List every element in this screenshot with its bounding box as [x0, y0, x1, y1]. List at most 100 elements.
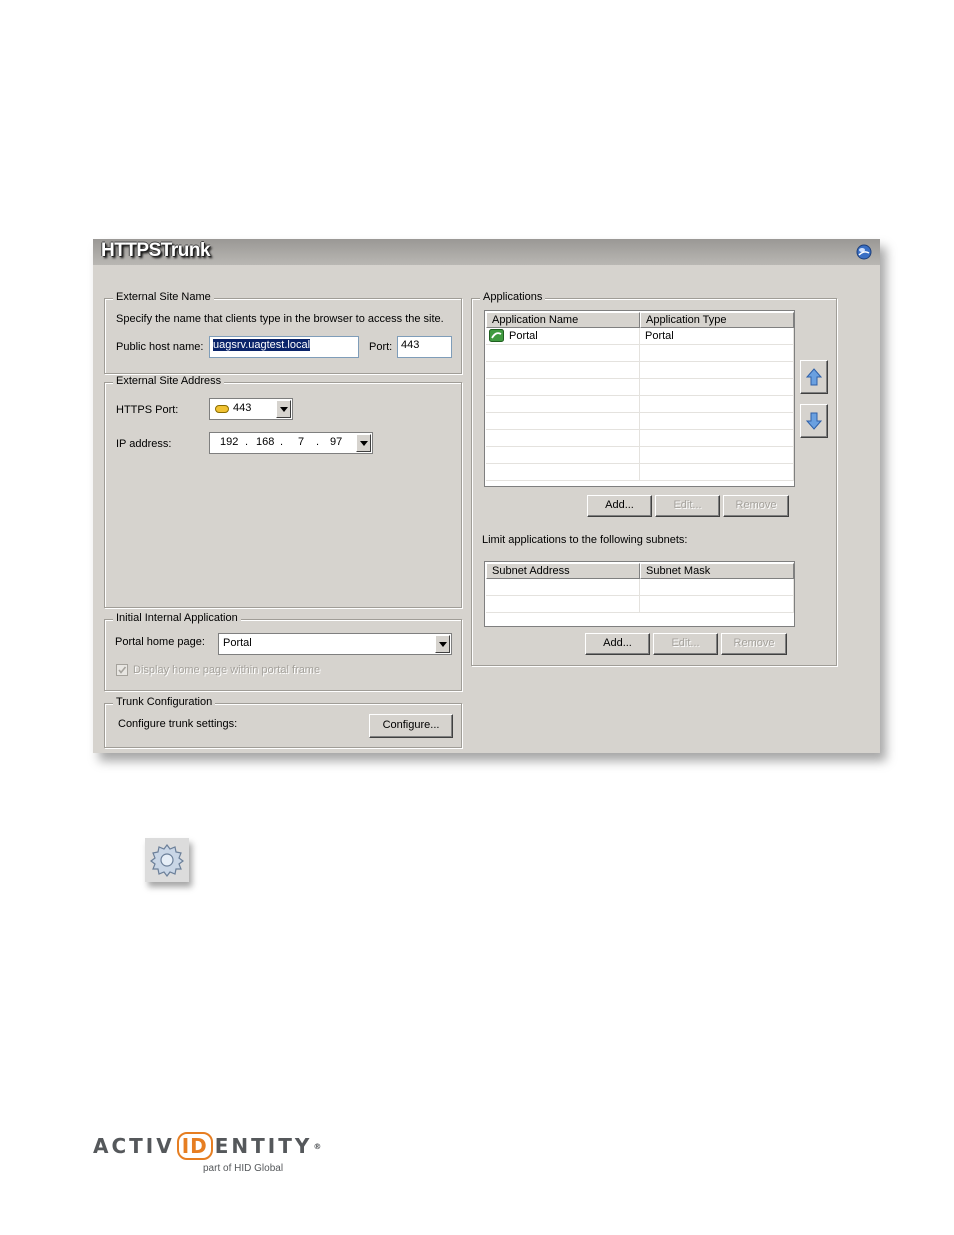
subnets-edit-button[interactable]: Edit...	[653, 633, 718, 655]
help-icon[interactable]	[856, 244, 872, 260]
applications-remove-button[interactable]: Remove	[723, 495, 789, 517]
ip-octet-2[interactable]: 168	[256, 436, 274, 448]
applications-list[interactable]: Application Name Application Type Portal…	[484, 310, 795, 487]
logo-prefix: ACTIV	[93, 1134, 175, 1158]
empty-cell	[486, 430, 640, 446]
empty-cell	[486, 579, 640, 595]
configure-gear-button[interactable]	[145, 838, 189, 882]
portal-home-page-label: Portal home page:	[115, 636, 205, 648]
empty-cell	[486, 413, 640, 429]
application-type-cell: Portal	[640, 328, 794, 344]
empty-cell	[640, 379, 794, 395]
configure-trunk-settings-label: Configure trunk settings:	[118, 718, 238, 730]
ip-address-dropdown-button[interactable]	[356, 434, 371, 452]
external-site-name-legend: External Site Name	[113, 291, 214, 303]
empty-cell	[486, 464, 640, 480]
ip-address-combo[interactable]: 192 . 168 . 7 . 97	[209, 432, 373, 454]
table-row	[486, 464, 794, 481]
ip-address-label: IP address:	[116, 438, 172, 450]
display-home-page-checkbox[interactable]	[116, 664, 128, 676]
external-site-address-legend: External Site Address	[113, 375, 225, 387]
table-row	[486, 430, 794, 447]
column-subnet-mask[interactable]: Subnet Mask	[640, 563, 794, 579]
table-row	[486, 596, 794, 613]
public-host-name-label: Public host name:	[116, 341, 204, 353]
portal-home-page-value: Portal	[223, 637, 252, 649]
logo-wordmark: ACTIV ID ENTITY ®	[93, 1132, 324, 1160]
trunk-configuration-group: Trunk Configuration Configure trunk sett…	[104, 696, 462, 748]
arrow-down-icon	[806, 412, 822, 430]
table-row	[486, 447, 794, 464]
ip-dot-3: .	[316, 436, 320, 448]
activeidentity-logo: ACTIV ID ENTITY ® part of HID Global	[93, 1132, 324, 1174]
portal-home-page-dropdown-button[interactable]	[435, 635, 450, 653]
port-input[interactable]: 443	[397, 336, 452, 358]
table-row	[486, 379, 794, 396]
arrow-up-icon	[806, 368, 822, 386]
subnets-add-button[interactable]: Add...	[585, 633, 650, 655]
port-value: 443	[401, 339, 420, 351]
httpstrunk-window: HTTPSTrunk External Site Name Specify th…	[93, 239, 880, 753]
empty-cell	[640, 396, 794, 412]
portal-home-page-combo[interactable]: Portal	[218, 633, 452, 655]
applications-edit-button[interactable]: Edit...	[655, 495, 720, 517]
external-site-name-group: External Site Name Specify the name that…	[104, 291, 462, 374]
limit-subnets-label: Limit applications to the following subn…	[482, 534, 688, 546]
configure-button[interactable]: Configure...	[369, 714, 453, 738]
ip-octet-4[interactable]: 97	[330, 436, 342, 448]
subnets-remove-button[interactable]: Remove	[721, 633, 787, 655]
initial-internal-application-legend: Initial Internal Application	[113, 612, 241, 624]
column-subnet-address[interactable]: Subnet Address	[486, 563, 640, 579]
window-title: HTTPSTrunk	[101, 240, 211, 261]
initial-internal-application-group: Initial Internal Application Portal home…	[104, 612, 462, 691]
applications-group: Applications Application Name Applicatio…	[471, 291, 837, 666]
table-row[interactable]: Portal Portal	[486, 328, 794, 345]
empty-cell	[486, 362, 640, 378]
application-name-value: Portal	[509, 330, 538, 342]
portal-app-icon	[489, 329, 504, 342]
gear-icon	[150, 844, 184, 877]
ip-octet-1[interactable]: 192	[220, 436, 238, 448]
https-port-label: HTTPS Port:	[116, 404, 179, 416]
empty-cell	[640, 345, 794, 361]
empty-cell	[640, 413, 794, 429]
table-row	[486, 413, 794, 430]
table-row	[486, 396, 794, 413]
logo-registered-mark: ®	[313, 1141, 325, 1151]
ip-octet-3[interactable]: 7	[298, 436, 304, 448]
empty-cell	[640, 447, 794, 463]
move-down-button[interactable]	[800, 404, 828, 438]
empty-cell	[640, 596, 794, 612]
https-port-value: 443	[233, 402, 252, 414]
port-key-icon	[215, 405, 229, 413]
ip-dot-2: .	[280, 436, 284, 448]
subnets-list-header: Subnet Address Subnet Mask	[486, 563, 794, 579]
https-port-dropdown-button[interactable]	[276, 400, 291, 418]
display-home-page-label: Display home page within portal frame	[133, 664, 321, 676]
table-row	[486, 579, 794, 596]
application-name-cell: Portal	[486, 328, 640, 344]
title-bar: HTTPSTrunk	[93, 239, 880, 265]
applications-add-button[interactable]: Add...	[587, 495, 652, 517]
empty-cell	[486, 396, 640, 412]
empty-cell	[486, 379, 640, 395]
table-row	[486, 362, 794, 379]
column-application-type[interactable]: Application Type	[640, 312, 794, 328]
move-up-button[interactable]	[800, 360, 828, 394]
public-host-name-input[interactable]: uagsrv.uagtest.local	[209, 336, 359, 358]
port-label: Port:	[369, 341, 393, 353]
applications-legend: Applications	[480, 291, 546, 303]
logo-tagline: part of HID Global	[203, 1163, 284, 1174]
https-port-combo[interactable]: 443	[209, 398, 293, 420]
empty-cell	[640, 579, 794, 595]
column-application-name[interactable]: Application Name	[486, 312, 640, 328]
empty-cell	[640, 362, 794, 378]
applications-list-header: Application Name Application Type	[486, 312, 794, 328]
trunk-configuration-legend: Trunk Configuration	[113, 696, 216, 708]
empty-cell	[486, 596, 640, 612]
empty-cell	[486, 447, 640, 463]
subnets-list[interactable]: Subnet Address Subnet Mask	[484, 561, 795, 627]
logo-id-mark: ID	[176, 1132, 213, 1160]
site-name-description: Specify the name that clients type in th…	[116, 313, 444, 325]
empty-cell	[640, 464, 794, 480]
